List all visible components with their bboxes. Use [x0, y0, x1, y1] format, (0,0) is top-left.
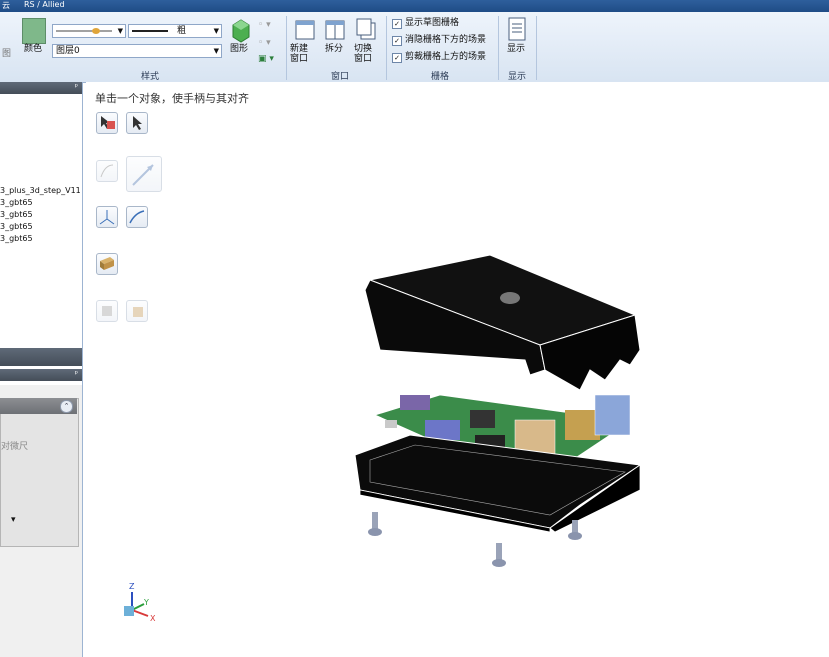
properties-subpanel: 对微尺 ▾: [0, 398, 79, 547]
axes-icon: [99, 210, 115, 225]
line-weight-label: 粗: [177, 26, 187, 36]
chevron-down-icon: ▼: [213, 47, 219, 55]
panel-header: ᵖ: [0, 82, 82, 94]
tree-item[interactable]: 3_gbt65: [0, 198, 33, 208]
instruction-text: 单击一个对象，使手柄与其对齐: [95, 92, 249, 105]
split-label: 拆分: [325, 44, 344, 54]
chevron-down-icon: ▼: [117, 27, 123, 35]
divider: [386, 16, 387, 80]
arrow-vector-icon: [132, 164, 154, 186]
tree-item[interactable]: 3_gbt65: [0, 210, 33, 220]
grid-group-label: 栅格: [430, 72, 449, 82]
title-bar: 云 RS / Allied: [0, 0, 829, 12]
small-tool-icon[interactable]: ◦ ▾: [258, 38, 271, 48]
y-axis-label: Y: [144, 598, 149, 607]
checkbox-icon[interactable]: ✓: [392, 19, 402, 29]
curve-align-tool[interactable]: [126, 206, 148, 228]
display-group-label: 显示: [507, 72, 526, 82]
freeform-tool[interactable]: [96, 160, 118, 182]
color-label: 颜色: [24, 44, 43, 54]
new-window-icon[interactable]: [294, 19, 316, 41]
align-object-icon: [101, 116, 115, 129]
display-icon[interactable]: [507, 17, 527, 41]
divider: [536, 16, 537, 80]
tree-item[interactable]: 3_plus_3d_step_V11: [0, 186, 81, 196]
point-tool-icon: [102, 306, 112, 316]
divider: [498, 16, 499, 80]
select-tool[interactable]: [126, 112, 148, 134]
document-tab[interactable]: RS / Allied: [24, 0, 65, 9]
disabled-tool[interactable]: [96, 300, 118, 322]
subpanel-header: ⌃: [0, 398, 77, 414]
tree-item[interactable]: 3_gbt65: [0, 222, 33, 232]
direction-tool[interactable]: [126, 156, 162, 192]
case-base[interactable]: [354, 434, 642, 533]
panel-header: [0, 348, 82, 366]
pin-icon[interactable]: ᵖ: [75, 369, 78, 378]
switch-window-icon[interactable]: [355, 17, 379, 41]
align-handle-tool[interactable]: [96, 112, 118, 134]
color-swatch-button[interactable]: [22, 18, 46, 44]
axes-triad-icon: [124, 592, 149, 617]
ribbon: 图 颜色 ▼ 粗 ▼ 图层0 ▼ 图形 ◦ ▾ ◦ ▾ ▣ ▾ 样式 新建 窗口…: [0, 12, 829, 83]
checkbox-icon[interactable]: ✓: [392, 36, 402, 46]
small-tool-icon[interactable]: ◦ ▾: [258, 20, 271, 30]
collapse-icon[interactable]: ⌃: [60, 400, 73, 413]
line-style-dropdown[interactable]: ▼: [52, 24, 126, 38]
chevron-down-icon: ▼: [213, 27, 219, 35]
curve-arrow-icon: [129, 210, 145, 224]
switch-window-label: 切换 窗口: [354, 44, 373, 64]
shape-icon[interactable]: [229, 17, 253, 43]
box-tool-icon: [133, 307, 143, 317]
app-tab-cut[interactable]: 云: [2, 0, 10, 11]
panel-header: ᵖ: [0, 369, 82, 381]
new-window-label: 新建 窗口: [290, 44, 309, 64]
curve-point-icon: [100, 164, 114, 178]
layer-value: 图层0: [56, 46, 80, 56]
line-weight-icon: [132, 30, 168, 32]
grid-option-3[interactable]: ✓ 剪裁栅格上方的场景: [392, 52, 486, 63]
3d-model-raspberry-pi-case[interactable]: [350, 250, 650, 580]
display-label: 显示: [507, 44, 526, 54]
axis-align-tool[interactable]: [96, 206, 118, 228]
grid-option-1[interactable]: ✓ 显示草图栅格: [392, 18, 459, 29]
screw[interactable]: [492, 543, 506, 567]
surface-align-tool[interactable]: [96, 253, 118, 275]
grid-option-2[interactable]: ✓ 消隐栅格下方的场景: [392, 35, 486, 46]
style-group-label: 样式: [140, 72, 159, 82]
logo-icon: [500, 292, 520, 304]
shape-label: 图形: [230, 44, 249, 54]
block-icon: [100, 257, 114, 270]
line-style-icon: [56, 28, 112, 34]
pin-icon[interactable]: ᵖ: [75, 82, 78, 91]
x-axis-label: X: [150, 614, 156, 623]
z-axis-label: Z: [129, 582, 135, 591]
screw[interactable]: [368, 512, 382, 536]
layer-dropdown[interactable]: 图层0 ▼: [52, 44, 222, 58]
window-group-label: 窗口: [330, 72, 349, 82]
chevron-down-icon[interactable]: ▾: [11, 515, 16, 525]
split-icon[interactable]: [324, 19, 346, 41]
cut-label: 图: [2, 49, 12, 59]
small-tool-icon[interactable]: ▣ ▾: [258, 54, 274, 64]
cursor-icon: [133, 116, 142, 130]
checkbox-icon[interactable]: ✓: [392, 53, 402, 63]
line-weight-dropdown[interactable]: 粗 ▼: [128, 24, 222, 38]
case-lid[interactable]: [364, 254, 641, 391]
sub-label: 对微尺: [1, 442, 29, 452]
divider: [286, 16, 287, 80]
axis-triad[interactable]: Z Y X: [112, 582, 162, 632]
tree-item[interactable]: 3_gbt65: [0, 234, 33, 244]
disabled-tool[interactable]: [126, 300, 148, 322]
